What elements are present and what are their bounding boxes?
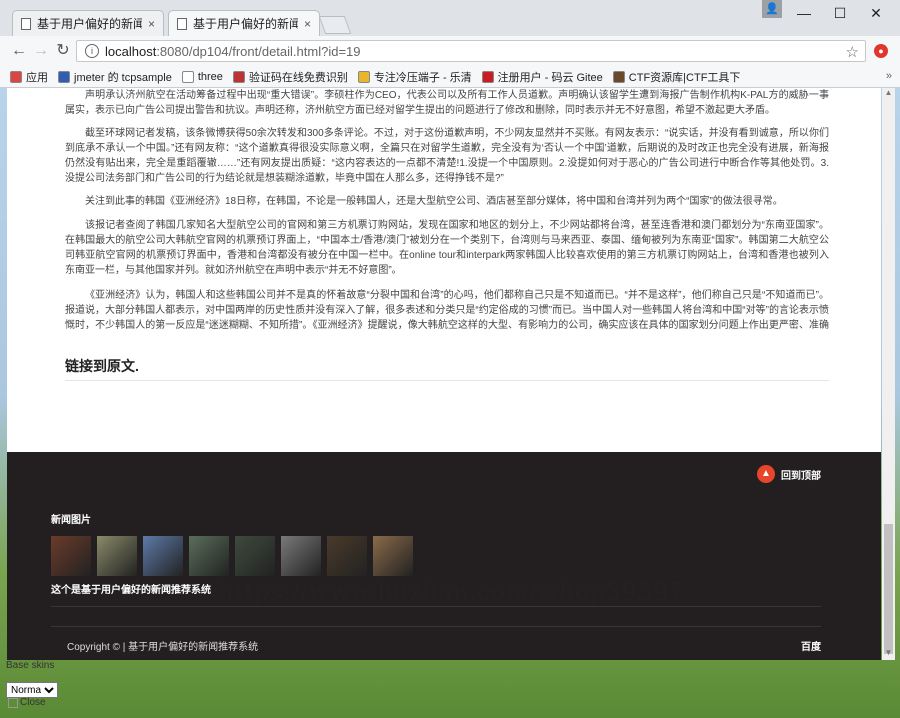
footer-caption: 这个是基于用户偏好的新闻推荐系统 <box>51 585 211 596</box>
more-bookmarks-icon[interactable]: » <box>886 70 892 82</box>
vertical-scrollbar[interactable]: ▲ ▼ <box>882 88 895 660</box>
bookmark-label: jmeter 的 tcpsample <box>74 71 172 84</box>
url-path: :8080/dp104/front/detail.html?id=19 <box>156 43 361 59</box>
skin-select[interactable]: Normal <box>6 682 58 698</box>
document-icon <box>181 70 194 83</box>
news-images-title: 新闻图片 <box>51 515 91 526</box>
close-tab-icon[interactable]: × <box>304 17 311 31</box>
bookmark-label: three <box>197 70 223 83</box>
folder-icon <box>357 70 370 83</box>
user-icon[interactable]: 👤 <box>762 0 782 18</box>
address-bar[interactable]: i localhost:8080/dp104/front/detail.html… <box>76 40 866 62</box>
gitee-icon <box>481 70 494 83</box>
tab-strip: 基于用户偏好的新闻推荐 × 基于用户偏好的新闻推荐 × 👤 — ☐ ✕ <box>0 0 900 36</box>
tab-1[interactable]: 基于用户偏好的新闻推荐 × <box>12 10 164 36</box>
copyright-text: Copyright © | 基于用户偏好的新闻推荐系统 <box>67 642 259 653</box>
original-article-link[interactable]: 链接到原文. <box>65 356 139 376</box>
article-paragraph: 声明承认济州航空在活动筹备过程中出现“重大错误”。李硕柱作为CEO，代表公司以及… <box>65 90 829 116</box>
reload-icon[interactable]: ↻ <box>54 42 72 60</box>
bookmark-item[interactable]: three <box>181 70 223 83</box>
page-viewport: 声明承认济州航空在活动筹备过程中出现“重大错误”。李硕柱作为CEO，代表公司以及… <box>0 88 882 660</box>
shield-icon <box>58 70 70 83</box>
article-paragraph: 该报记者查阅了韩国几家知名大型航空公司的官网和第三方机票订购网站，发现在国家和地… <box>65 220 829 276</box>
article-body: 声明承认济州航空在活动筹备过程中出现“重大错误”。李硕柱作为CEO，代表公司以及… <box>7 88 881 452</box>
close-tab-icon[interactable]: × <box>148 17 155 31</box>
news-thumbnail[interactable] <box>327 536 367 576</box>
bug-icon <box>232 70 245 83</box>
news-thumbnail[interactable] <box>143 536 183 576</box>
bookmark-item[interactable]: 注册用户 - 码云 Gitee <box>481 69 603 85</box>
new-tab-button[interactable] <box>318 16 352 34</box>
bookmark-label: 应用 <box>26 71 48 84</box>
user-icon <box>612 70 625 83</box>
url-host: localhost <box>105 43 157 59</box>
back-to-top-button[interactable]: ▲ 回到顶部 <box>757 465 821 483</box>
baidu-link[interactable]: 百度 <box>801 638 821 653</box>
info-icon[interactable]: i <box>85 44 99 58</box>
divider <box>51 606 821 607</box>
scrollbar-thumb[interactable] <box>884 524 893 654</box>
scroll-down-icon[interactable]: ▼ <box>882 648 895 660</box>
divider <box>65 380 829 381</box>
bookmark-item[interactable]: 应用 <box>10 69 48 85</box>
document-icon <box>21 17 31 30</box>
scroll-up-icon[interactable]: ▲ <box>882 88 895 100</box>
footer: ▲ 回到顶部 新闻图片 这个是基于用户偏好的新闻推荐系统 Copyright ©… <box>7 452 881 660</box>
watermark-text: https://www.huzhan.com/ishop39397 <box>218 578 685 606</box>
news-thumbnail[interactable] <box>235 536 275 576</box>
news-thumbnails <box>51 536 419 576</box>
divider <box>51 626 821 627</box>
news-thumbnail[interactable] <box>51 536 91 576</box>
bookmark-item[interactable]: CTF资源库|CTF工具下 <box>612 69 741 85</box>
news-thumbnail[interactable] <box>281 536 321 576</box>
bookmark-label: CTF资源库|CTF工具下 <box>628 71 741 84</box>
bookmark-label: 专注冷压端子 - 乐清 <box>373 71 472 84</box>
back-arrow-icon[interactable]: ← <box>10 42 28 60</box>
maximize-icon[interactable]: ☐ <box>822 0 858 26</box>
article-paragraph: 截至环球网记者发稿，该条微博获得50余次转发和300多条评论。不过，对于这份道歉… <box>65 128 829 184</box>
bookmark-item[interactable]: 验证码在线免费识别 <box>232 69 348 85</box>
bookmark-star-icon[interactable]: ☆ <box>846 43 859 61</box>
close-image[interactable]: Close <box>8 697 46 708</box>
news-thumbnail[interactable] <box>189 536 229 576</box>
apps-icon <box>10 70 22 83</box>
broken-image-icon <box>8 697 18 708</box>
url-text: localhost:8080/dp104/front/detail.html?i… <box>105 44 361 59</box>
article-paragraph: 《亚洲经济》认为，韩国人和这些韩国公司并不是真的怀着故意“分裂中国和台湾”的心吗… <box>65 290 829 331</box>
article-paragraph: 关注到此事的韩国《亚洲经济》18日称，在韩国，不论是一般韩国人，还是大型航空公司… <box>85 196 783 207</box>
close-alt-text: Close <box>20 697 46 708</box>
skins-label: Base skins <box>6 660 55 671</box>
bookmarks-bar: 应用 jmeter 的 tcpsample three 验证码在线免费识别 专注冷压端子… <box>0 66 900 88</box>
tab-2[interactable]: 基于用户偏好的新闻推荐 × <box>168 10 320 36</box>
news-thumbnail[interactable] <box>97 536 137 576</box>
tab-title: 基于用户偏好的新闻推荐 <box>37 17 142 31</box>
bookmark-item[interactable]: 专注冷压端子 - 乐清 <box>357 69 472 85</box>
extension-icon[interactable]: ● <box>874 44 888 58</box>
bookmark-label: 验证码在线免费识别 <box>248 71 348 84</box>
close-window-icon[interactable]: ✕ <box>858 0 894 26</box>
forward-arrow-icon[interactable]: → <box>32 42 50 60</box>
bookmark-label: 注册用户 - 码云 Gitee <box>497 71 603 84</box>
minimize-icon[interactable]: — <box>786 0 822 26</box>
tab-title: 基于用户偏好的新闻推荐 <box>193 17 298 31</box>
back-to-top-label: 回到顶部 <box>781 470 821 482</box>
news-thumbnail[interactable] <box>373 536 413 576</box>
browser-toolbar: ← → ↻ i localhost:8080/dp104/front/detai… <box>0 36 900 66</box>
document-icon <box>177 17 187 30</box>
chevron-up-icon: ▲ <box>757 465 775 483</box>
bookmark-item[interactable]: jmeter 的 tcpsample <box>58 69 172 85</box>
